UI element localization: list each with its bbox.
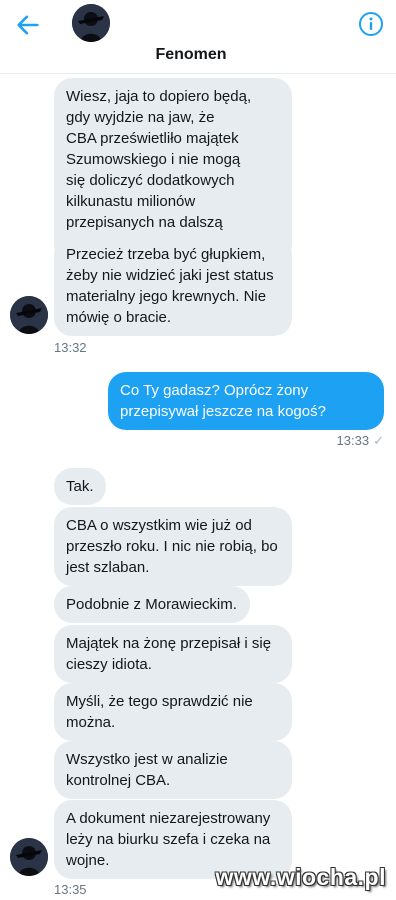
message-text: Wiesz, jaja to dopiero będą, gdy wyjdzie… bbox=[66, 88, 252, 252]
arrow-left-icon[interactable] bbox=[14, 11, 42, 39]
message-text: Przecież trzeba być głupkiem, żeby nie w… bbox=[66, 246, 274, 326]
message-bubble-incoming[interactable]: Tak. bbox=[54, 468, 106, 505]
message-text: Co Ty gadasz? Oprócz żony przepisywał je… bbox=[120, 382, 326, 420]
conversation-header: Fenomen bbox=[0, 0, 396, 74]
message-text: Wszystko jest w analizie kontrolnej CBA. bbox=[66, 751, 228, 789]
watermark: www.wiocha.pl bbox=[215, 864, 386, 890]
message-timestamp-row: 13:33 ✓ bbox=[337, 433, 384, 449]
message-text: A dokument niezarejestrowany leży na biu… bbox=[66, 810, 271, 869]
message-bubble-incoming[interactable]: Majątek na żonę przepisał i się cieszy i… bbox=[54, 625, 292, 683]
message-bubble-incoming[interactable]: Wiesz, jaja to dopiero będą, gdy wyjdzie… bbox=[54, 78, 292, 262]
avatar[interactable] bbox=[72, 4, 110, 42]
avatar[interactable] bbox=[10, 838, 48, 876]
message-bubble-outgoing[interactable]: Co Ty gadasz? Oprócz żony przepisywał je… bbox=[108, 372, 384, 430]
message-timestamp: 13:35 bbox=[54, 882, 87, 897]
message-bubble-incoming[interactable]: CBA o wszystkim wie już od przeszło roku… bbox=[54, 507, 292, 586]
conversation-title[interactable]: Fenomen bbox=[0, 46, 396, 64]
message-text: Tak. bbox=[66, 478, 94, 495]
message-bubble-incoming[interactable]: Podobnie z Morawieckim. bbox=[54, 586, 250, 623]
message-text: CBA o wszystkim wie już od przeszło roku… bbox=[66, 517, 278, 576]
message-timestamp: 13:33 bbox=[336, 433, 370, 448]
message-bubble-incoming[interactable]: Przecież trzeba być głupkiem, żeby nie w… bbox=[54, 236, 292, 336]
message-bubble-incoming[interactable]: Wszystko jest w analizie kontrolnej CBA. bbox=[54, 741, 292, 799]
info-circle-icon[interactable] bbox=[358, 11, 384, 37]
message-text: Podobnie z Morawieckim. bbox=[66, 596, 237, 613]
message-text: Myśli, że tego sprawdzić nie można. bbox=[66, 693, 253, 731]
message-timestamp: 13:32 bbox=[54, 340, 87, 355]
message-text: Majątek na żonę przepisał i się cieszy i… bbox=[66, 635, 272, 673]
checkmark-icon: ✓ bbox=[373, 433, 384, 448]
avatar[interactable] bbox=[10, 296, 48, 334]
message-bubble-incoming[interactable]: Myśli, że tego sprawdzić nie można. bbox=[54, 683, 292, 741]
